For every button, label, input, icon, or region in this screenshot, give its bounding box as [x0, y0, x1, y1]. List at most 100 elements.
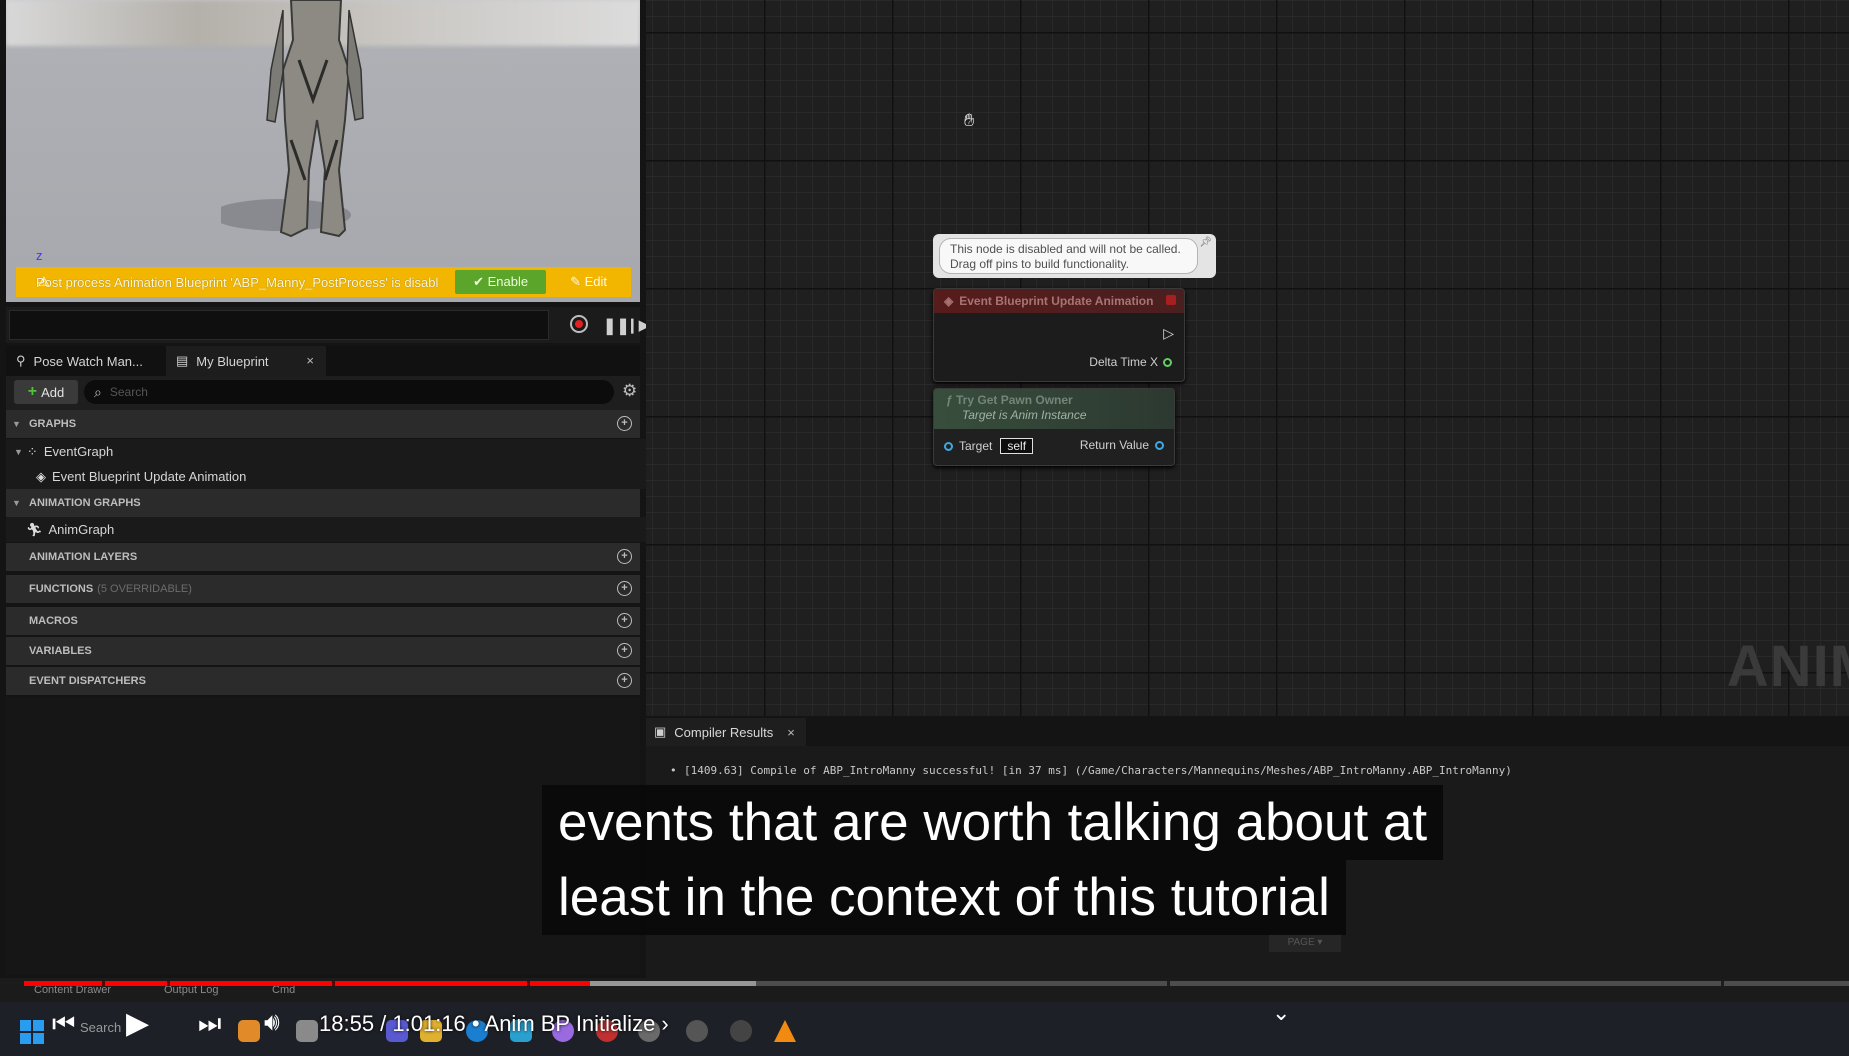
compiler-icon: ▣ [654, 724, 667, 739]
previous-icon[interactable]: ⏮︎ [52, 1008, 75, 1040]
gear-icon[interactable]: ⚙ [622, 381, 637, 401]
record-icon[interactable] [570, 315, 588, 333]
enable-button[interactable]: ✔ Enable [455, 270, 547, 294]
graph-icon: ⁘ [26, 443, 38, 459]
close-icon[interactable]: × [306, 353, 314, 368]
add-function-icon[interactable]: + [617, 581, 632, 596]
self-value: self [1000, 438, 1034, 454]
warning-icon: ⚠ [38, 274, 50, 289]
graph-type-watermark: ANIM [1726, 634, 1849, 699]
object-pin-icon [1155, 440, 1164, 450]
node-header: ƒ Try Get Pawn Owner Target is Anim Inst… [934, 389, 1174, 429]
close-icon[interactable]: × [787, 725, 795, 740]
video-progress-bar[interactable] [24, 981, 1849, 986]
chapter-title[interactable]: • Anim BP Initialize › [472, 1011, 669, 1036]
debug-toolbar: ❚❚ ❙▶ [6, 307, 650, 343]
add-variable-icon[interactable]: + [617, 643, 632, 658]
subtitle-line: least in the context of this tutorial [542, 860, 1346, 935]
add-layer-icon[interactable]: + [617, 549, 632, 564]
edit-button[interactable]: ✎ Edit [556, 270, 631, 294]
search-placeholder: Search [109, 385, 148, 399]
tree-item-event-update[interactable]: ◈ Event Blueprint Update Animation [6, 464, 670, 489]
page-dropdown[interactable]: PAGE ▾ [1269, 934, 1341, 952]
add-button[interactable]: + Add [14, 380, 78, 404]
float-pin-icon [1163, 358, 1172, 368]
video-subtitles: events that are worth talking about at l… [542, 785, 1444, 935]
event-diamond-icon: ◈ [36, 468, 46, 484]
add-macro-icon[interactable]: + [617, 613, 632, 628]
search-input[interactable]: ⌕ Search [84, 380, 614, 404]
add-graph-icon[interactable]: + [617, 416, 632, 431]
postprocess-warning-bar: ⚠ Post process Animation Blueprint 'ABP_… [16, 267, 631, 297]
chapter-marker [102, 981, 105, 986]
chapter-marker [527, 981, 530, 986]
chapter-marker [167, 981, 170, 986]
tree-item-event-graph[interactable]: ▼ ⁘ EventGraph [6, 439, 648, 464]
compiler-message: [1409.63] Compile of ABP_IntroManny succ… [670, 764, 1512, 777]
tab-pose-watch-manager[interactable]: ⚲ Pose Watch Man... [6, 346, 166, 376]
volume-icon[interactable]: 🔊︎ [264, 1008, 280, 1037]
section-macros[interactable]: MACROS + [6, 607, 640, 635]
video-player-controls: ⏮︎ ▶ ⏭︎ 🔊︎ 18:55 / 1:01:16 • Anim BP Ini… [0, 1000, 1849, 1044]
tab-compiler-results[interactable]: ▣ Compiler Results × [646, 718, 806, 746]
next-icon[interactable]: ⏭︎ [198, 1008, 221, 1040]
expand-arrow-icon: ▼ [14, 446, 23, 457]
disabled-indicator-icon [1166, 295, 1176, 305]
debug-object-field[interactable] [9, 310, 549, 340]
section-animation-layers[interactable]: ANIMATION LAYERS + [6, 543, 640, 571]
section-animation-graphs[interactable]: ▼ ANIMATION GRAPHS [6, 489, 640, 517]
section-label: GRAPHS [29, 418, 77, 430]
subtitle-line: events that are worth talking about at [542, 785, 1444, 860]
node-header: ◈ Event Blueprint Update Animation [934, 289, 1184, 313]
event-graph-canvas[interactable]: ✋︎ This node is disabled and will not be… [646, 0, 1849, 716]
tab-label: Compiler Results [674, 724, 774, 740]
add-dispatcher-icon[interactable]: + [617, 673, 632, 688]
delta-time-pin[interactable]: Delta Time X [1089, 355, 1172, 369]
section-label: MACROS [29, 615, 78, 627]
pin-label: Return Value [1079, 438, 1149, 452]
section-label: ANIMATION LAYERS [29, 551, 138, 563]
tab-label: Pose Watch Man... [33, 353, 143, 369]
section-variables[interactable]: VARIABLES + [6, 637, 640, 665]
animation-preview-viewport[interactable]: z [6, 0, 640, 302]
progress-played [24, 981, 590, 986]
tab-my-blueprint[interactable]: ▤ My Blueprint × [166, 346, 326, 376]
try-get-pawn-owner-node[interactable]: ƒ Try Get Pawn Owner Target is Anim Inst… [933, 388, 1175, 466]
event-update-animation-node[interactable]: ◈ Event Blueprint Update Animation ▷ Del… [933, 288, 1185, 382]
collapse-arrow-icon: ▼ [12, 419, 21, 429]
pin-label: Delta Time X [1089, 355, 1158, 369]
comment-line: This node is disabled and will not be ca… [950, 242, 1181, 256]
section-event-dispatchers[interactable]: EVENT DISPATCHERS + [6, 667, 640, 695]
pin-label: Target [959, 439, 993, 453]
overridable-count: (5 OVERRIDABLE) [97, 583, 192, 595]
target-pin[interactable]: Target self [944, 438, 1034, 454]
tree-item-anim-graph[interactable]: 🏃︎ AnimGraph [6, 517, 660, 542]
exec-pin-icon[interactable]: ▷ [1163, 325, 1174, 342]
pose-watch-icon: ⚲ [16, 353, 26, 368]
return-value-pin[interactable]: Return Value [1080, 438, 1164, 452]
section-graphs[interactable]: ▼ GRAPHS + [6, 410, 640, 438]
chapter-marker [332, 981, 335, 986]
time-text: 18:55 / 1:01:16 [319, 1011, 466, 1036]
my-blueprint-toolbar: + Add ⌕ Search ⚙ [6, 376, 640, 410]
add-label: Add [41, 384, 65, 400]
collapse-arrow-icon: ▼ [12, 498, 21, 508]
blueprint-icon: ▤ [176, 353, 189, 368]
chapter-marker [1721, 981, 1724, 986]
mannequin-figure [221, 0, 364, 238]
chevron-down-icon[interactable]: ⌄ [1272, 1000, 1290, 1026]
play-icon[interactable]: ▶ [126, 1006, 149, 1041]
disabled-node-comment: This node is disabled and will not be ca… [933, 234, 1216, 278]
panel-tabs: ⚲ Pose Watch Man... ▤ My Blueprint × [6, 346, 640, 376]
tree-item-label: Event Blueprint Update Animation [52, 469, 247, 484]
section-label: EVENT DISPATCHERS [29, 675, 146, 687]
pin-icon[interactable]: 📌︎ [1199, 237, 1212, 248]
time-display: 18:55 / 1:01:16 • Anim BP Initialize › [319, 1011, 669, 1037]
axis-gizmo: z [36, 248, 43, 263]
node-title: Try Get Pawn Owner [956, 393, 1073, 407]
hand-cursor-icon: ✋︎ [964, 110, 975, 130]
section-label: VARIABLES [29, 645, 92, 657]
section-functions[interactable]: FUNCTIONS (5 OVERRIDABLE) + [6, 575, 640, 603]
tree-item-label: AnimGraph [48, 522, 115, 537]
tree-item-label: EventGraph [43, 444, 114, 459]
